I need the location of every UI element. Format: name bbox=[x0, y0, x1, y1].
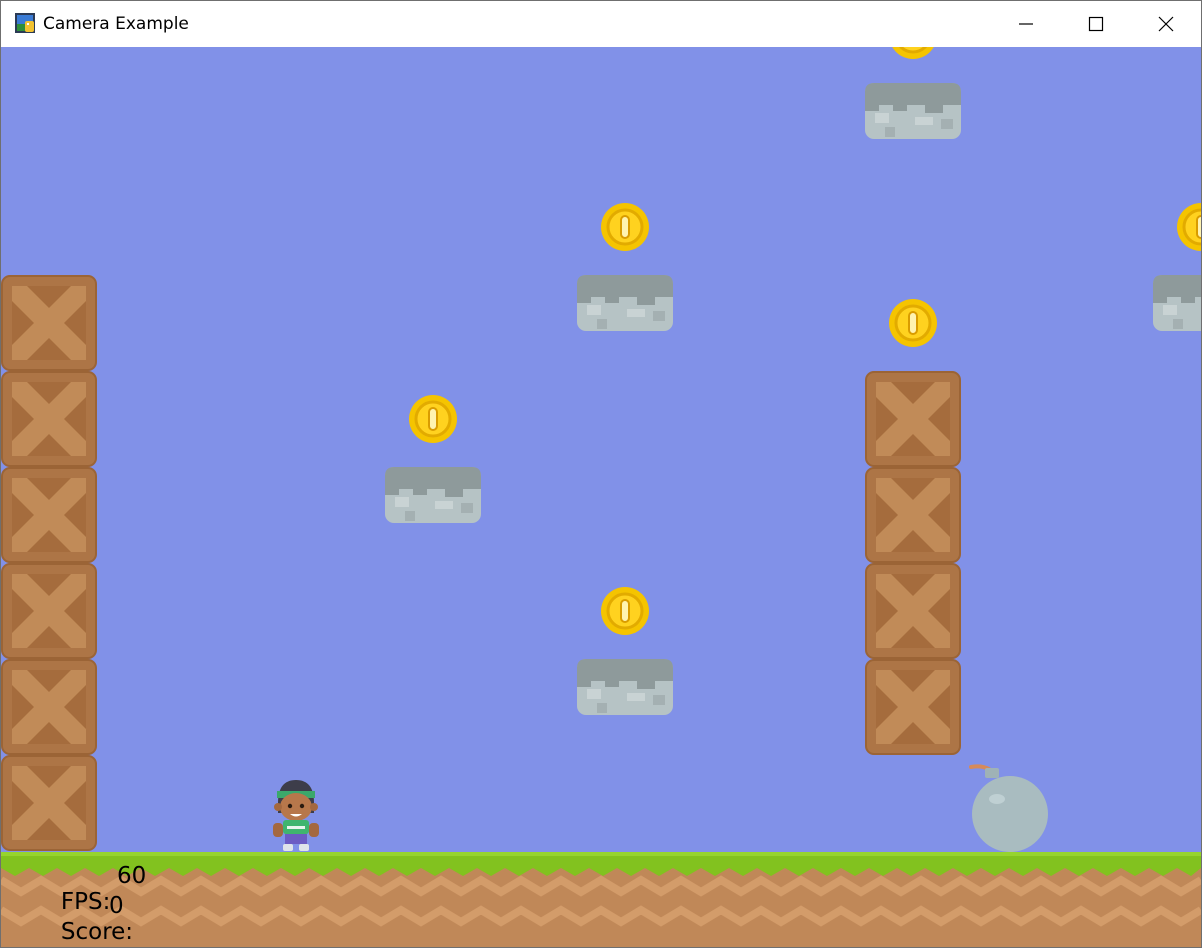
stone-ledge bbox=[385, 467, 481, 523]
crate-block bbox=[1, 275, 97, 371]
window-title: Camera Example bbox=[43, 14, 189, 34]
title-bar[interactable]: Camera Example bbox=[1, 1, 1201, 47]
game-window: Camera Example FPS: 60 Score: 0 bbox=[0, 0, 1202, 948]
gold-coin bbox=[601, 587, 649, 635]
crate-block bbox=[1, 563, 97, 659]
gold-coin bbox=[601, 203, 649, 251]
crate-block bbox=[865, 371, 961, 467]
gold-coin bbox=[1177, 203, 1201, 251]
crate-block bbox=[865, 467, 961, 563]
game-viewport[interactable]: FPS: 60 Score: 0 bbox=[1, 47, 1201, 947]
gold-coin bbox=[889, 299, 937, 347]
crate-block bbox=[1, 659, 97, 755]
bomb-enemy bbox=[969, 764, 1048, 852]
minimize-button[interactable] bbox=[991, 1, 1061, 47]
crate-block bbox=[865, 563, 961, 659]
gold-coin bbox=[409, 395, 457, 443]
stone-ledge bbox=[577, 659, 673, 715]
close-icon bbox=[1158, 16, 1174, 32]
crate-block bbox=[1, 755, 97, 851]
score-counter: Score: 0 bbox=[17, 893, 133, 947]
crate-block bbox=[1, 371, 97, 467]
gold-coin bbox=[889, 47, 937, 59]
crate-block bbox=[1, 467, 97, 563]
grass-ground bbox=[1, 852, 1201, 947]
maximize-icon bbox=[1088, 16, 1104, 32]
stone-ledge bbox=[865, 83, 961, 139]
close-button[interactable] bbox=[1131, 1, 1201, 47]
python-app-icon bbox=[15, 13, 35, 33]
stone-ledge bbox=[577, 275, 673, 331]
fps-value: 60 bbox=[117, 863, 147, 889]
score-label: Score: bbox=[60, 919, 134, 945]
player-character bbox=[273, 780, 319, 851]
stone-ledge bbox=[1153, 275, 1201, 331]
minimize-icon bbox=[1019, 23, 1033, 25]
maximize-button[interactable] bbox=[1061, 1, 1131, 47]
crate-block bbox=[865, 659, 961, 755]
score-value: 0 bbox=[109, 893, 124, 919]
